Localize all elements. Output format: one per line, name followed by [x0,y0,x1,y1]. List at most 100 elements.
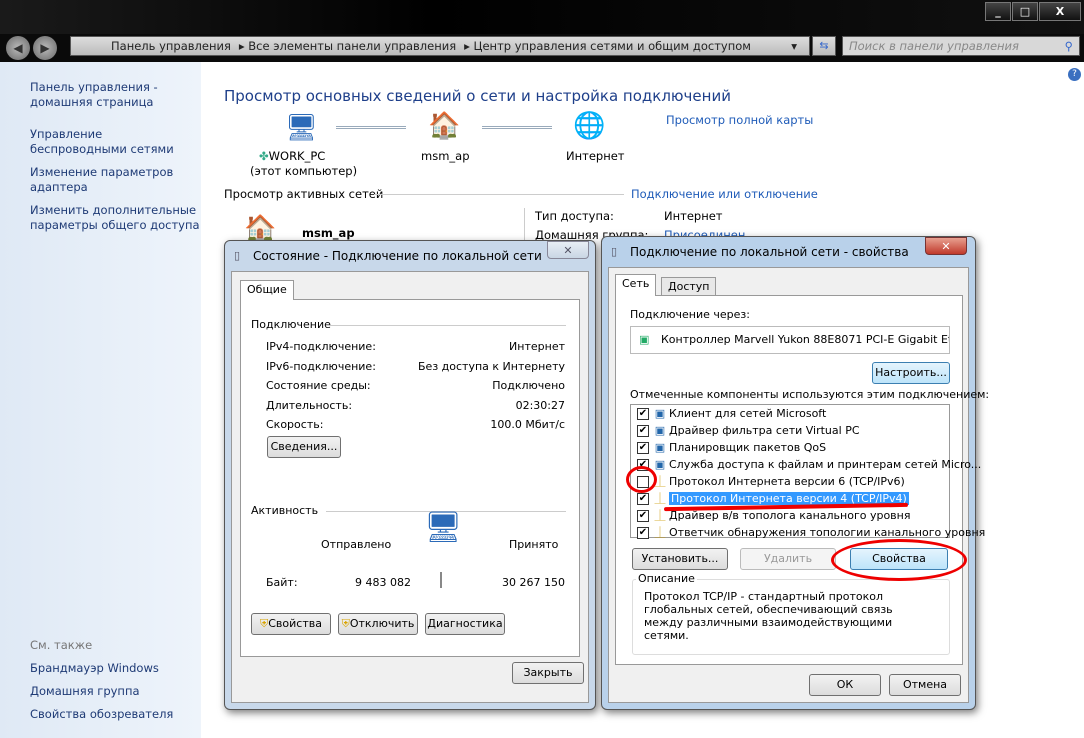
maximize-button[interactable]: □ [1012,2,1038,21]
sidebar-link-adapter[interactable]: Изменение параметров адаптера [30,165,200,195]
map-internet[interactable]: Интернет [566,149,625,163]
breadcrumb[interactable]: Центр управления сетями и общим доступом [474,39,751,53]
tab-sharing[interactable]: Доступ [661,277,717,295]
title-bar [0,0,1084,34]
globe-icon: 🌐 [573,111,606,141]
list-item[interactable]: ✔ ⏊ Ответчик обнаружения топологии канальн… [637,524,985,541]
item-label: Ответчик обнаружения топологии канальног… [669,526,986,539]
details-button[interactable]: Сведения... [267,436,341,458]
bytes-received: 30 267 150 [502,576,565,589]
disable-button[interactable]: ⛨Отключить [338,613,418,635]
diagnose-button[interactable]: Диагностика [425,613,505,635]
close-icon[interactable]: ✕ [925,237,967,255]
shield-icon: ⛨ [260,617,269,630]
list-item[interactable]: ⏊ Протокол Интернета версии 6 (TCP/IPv6) [637,473,905,490]
computer-network-icon: 🖥 [424,510,463,545]
adapter-field: ▣ Контроллер Marvell Yukon 88E8071 PCI-E … [630,326,950,354]
map-pc[interactable]: ✤WORK_PC [259,149,325,163]
forward-button[interactable]: ▶ [33,36,57,60]
remove-button: Удалить [740,548,836,570]
annotation-circle [626,466,657,493]
sidebar: Панель управления - домашняя страница Уп… [0,62,201,738]
pc-subtitle: (этот компьютер) [250,164,358,178]
adapter-icon: ▣ [639,333,650,346]
network-adapter-icon: ▯ [234,249,241,262]
ok-button[interactable]: ОК [809,674,881,696]
properties-button[interactable]: ⛨Свойства [251,613,331,635]
sidebar-link-firewall[interactable]: Брандмауэр Windows [30,661,200,676]
sidebar-link-wireless[interactable]: Управление беспроводными сетями [30,127,200,157]
ipv4-label: IPv4-подключение: [266,340,376,353]
minimize-button[interactable]: _ [985,2,1011,21]
bytes-label: Байт: [266,576,298,589]
pc-name: WORK_PC [268,149,326,163]
checkbox[interactable]: ✔ [637,425,649,437]
checkbox[interactable]: ✔ [637,408,649,420]
received-label: Принято [509,538,559,551]
list-item[interactable]: ✔ ▣ Клиент для сетей Microsoft [637,405,826,422]
divider [440,572,442,588]
button-label: Свойства [268,617,322,630]
ipv6-value: Без доступа к Интернету [418,360,565,373]
media-state-label: Состояние среды: [266,379,371,392]
checkbox[interactable]: ✔ [637,510,649,522]
breadcrumb[interactable]: Панель управления [111,39,231,53]
close-button[interactable]: X [1039,2,1081,21]
access-type-value: Интернет [664,209,723,223]
close-dialog-button[interactable]: Закрыть [512,662,584,684]
checkbox[interactable]: ✔ [637,493,649,505]
install-button[interactable]: Установить... [632,548,728,570]
list-item[interactable]: ✔ ▣ Драйвер фильтра сети Virtual PC [637,422,860,439]
duration-label: Длительность: [266,399,353,412]
protocol-icon: ⏊ [654,492,666,505]
item-label: Планировщик пакетов QoS [669,441,827,454]
back-button[interactable]: ◀ [6,36,30,60]
sidebar-link-homegroup[interactable]: Домашняя группа [30,684,200,699]
speed-label: Скорость: [266,418,324,431]
ipv4-value: Интернет [509,340,565,353]
components-label: Отмеченные компоненты используются этим … [630,388,990,401]
map-router[interactable]: msm_ap [421,149,470,163]
description-label: Описание [636,572,697,585]
sidebar-link-home[interactable]: Панель управления - домашняя страница [30,80,200,110]
chevron-down-icon[interactable]: ▾ [791,37,797,55]
refresh-icon[interactable]: ⇆ [812,36,836,56]
service-icon: ▣ [654,424,666,437]
network-name: msm_ap [302,226,355,240]
house-icon: 🏠 [428,111,461,141]
breadcrumb[interactable]: Все элементы панели управления [248,39,456,53]
ipv6-label: IPv6-подключение: [266,360,376,373]
shield-icon: ⛨ [341,617,350,630]
status-dialog-body: Общие Подключение IPv4-подключение: Инте… [231,271,589,703]
general-panel: Подключение IPv4-подключение: Интернет I… [240,299,580,657]
cancel-button[interactable]: Отмена [889,674,961,696]
sent-label: Отправлено [321,538,392,551]
connect-disconnect-link[interactable]: Подключение или отключение [631,187,818,201]
full-map-link[interactable]: Просмотр полной карты [666,113,813,127]
tab-general[interactable]: Общие [240,280,294,300]
sidebar-link-browser[interactable]: Свойства обозревателя [30,707,200,722]
item-label: Служба доступа к файлам и принтерам сете… [669,458,982,471]
address-bar[interactable]: Панель управления ▸ Все элементы панели у… [70,36,810,56]
protocol-icon: ⏊ [654,526,666,539]
components-list[interactable]: ✔ ▣ Клиент для сетей Microsoft ✔ ▣ Драйвер ф… [630,404,985,539]
connection-group-label: Подключение [251,318,331,331]
checkbox[interactable]: ✔ [637,527,649,539]
tab-network[interactable]: Сеть [615,274,657,296]
search-icon[interactable]: ⚲ [1065,37,1073,55]
network-panel: Подключение через: ▣ Контроллер Marvell Y… [615,295,989,665]
close-icon[interactable]: ✕ [547,241,589,259]
checkbox[interactable]: ✔ [637,442,649,454]
adapter-name: Контроллер Marvell Yukon 88E8071 PCI-E G… [661,333,950,346]
list-item[interactable]: ✔ ▣ Планировщик пакетов QoS [637,439,826,456]
service-icon: ▣ [654,441,666,454]
annotation-circle [831,539,967,581]
search-input[interactable]: Поиск в панели управления ⚲ [842,36,1080,56]
connect-via-label: Подключение через: [630,308,750,321]
list-item[interactable]: ✔ ▣ Служба доступа к файлам и принтерам се… [637,456,981,473]
properties-dialog-title: Подключение по локальной сети - свойства [630,245,909,259]
configure-button[interactable]: Настроить... [872,362,950,384]
computer-icon: 🖥 [285,113,319,143]
sidebar-link-sharing[interactable]: Изменить дополнительные параметры общего… [30,203,200,233]
help-icon[interactable]: ? [1068,68,1081,81]
